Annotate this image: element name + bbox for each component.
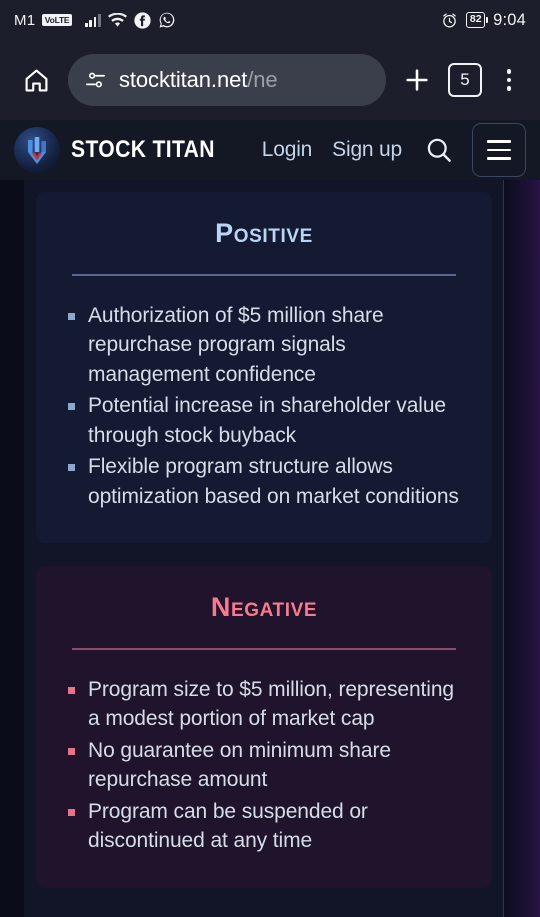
signup-link[interactable]: Sign up [332,138,402,162]
tab-count-button[interactable]: 5 [448,63,482,97]
plus-icon[interactable] [396,59,438,101]
page-body: Positive Authorization of $5 million sha… [0,180,540,917]
list-item: Authorization of $5 million share repurc… [62,301,466,390]
alarm-clock-icon [441,12,458,29]
positive-card-title: Positive [215,218,313,248]
list-item: Potential increase in shareholder value … [62,391,466,450]
list-item: No guarantee on minimum share repurchase… [62,736,466,795]
status-bar: M1 VoLTE 82 9:04 [0,0,540,40]
signal-bars-icon [84,13,101,27]
list-item: Flexible program structure allows optimi… [62,452,466,511]
page-settings-icon[interactable] [84,69,107,92]
status-bar-right: 82 9:04 [441,11,526,30]
whatsapp-icon [158,11,176,29]
url-input[interactable]: stocktitan.net/ne [119,67,278,93]
list-item: Program size to $5 million, representing… [62,675,466,734]
positive-bullet-list: Authorization of $5 million share repurc… [62,301,466,512]
login-link[interactable]: Login [262,138,313,162]
article-content: Positive Authorization of $5 million sha… [24,180,504,917]
positive-card: Positive Authorization of $5 million sha… [36,192,492,543]
home-icon[interactable] [14,58,58,102]
three-dots-icon[interactable] [492,59,526,101]
battery-indicator: 82 [466,11,488,29]
stock-titan-logo-icon[interactable] [14,127,60,173]
list-item: Program can be suspended or discontinued… [62,797,466,856]
browser-toolbar: stocktitan.net/ne 5 [0,40,540,120]
clock-label: 9:04 [493,10,526,29]
negative-card-title: Negative [210,592,318,622]
hamburger-menu-icon[interactable] [472,123,526,177]
negative-divider [72,648,456,650]
negative-bullet-list: Program size to $5 million, representing… [62,675,466,856]
address-bar[interactable]: stocktitan.net/ne [68,54,386,106]
search-icon[interactable] [420,131,458,169]
site-header: STOCK TITAN Login Sign up [0,120,540,180]
carrier-label: M1 [14,11,36,29]
status-bar-left: M1 VoLTE [14,11,176,29]
wifi-icon [107,12,127,28]
facebook-icon [133,11,151,29]
header-nav: Login Sign up [262,138,402,162]
negative-card: Negative Program size to $5 million, rep… [36,566,492,888]
volte-badge: VoLTE [42,14,72,26]
brand-title: STOCK TITAN [71,136,215,163]
positive-divider [72,274,456,276]
